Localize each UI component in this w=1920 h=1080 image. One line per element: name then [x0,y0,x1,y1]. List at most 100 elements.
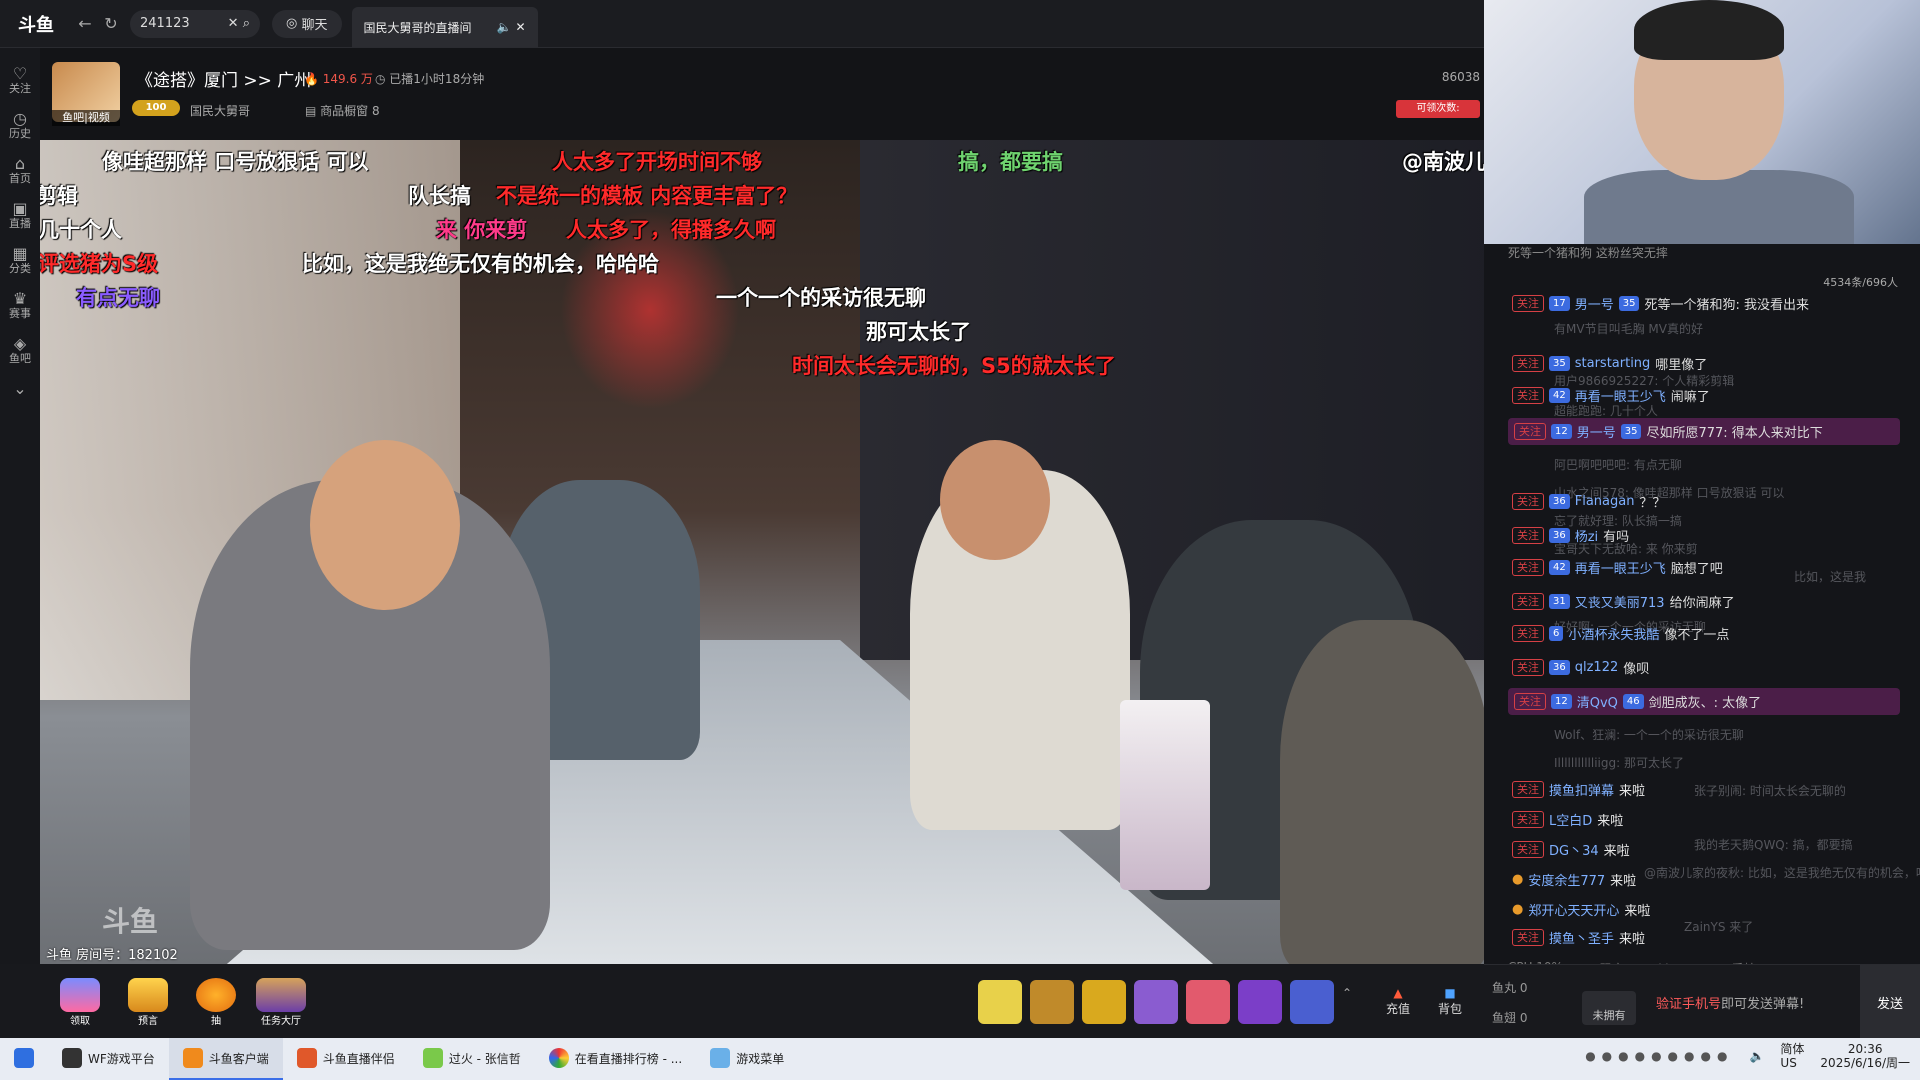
taskbar-app[interactable]: 过火 - 张信哲 [409,1038,535,1080]
follow-button[interactable]: 关注 [1512,659,1544,676]
predict-button[interactable]: 预言 [128,978,168,1027]
search-input[interactable]: 241123 [140,16,228,31]
goods-window[interactable]: ▤ 商品橱窗 8 [305,102,380,119]
chat-message[interactable]: 关注 31 又丧又美丽713 给你闹麻了 [1512,592,1902,611]
charge-button[interactable]: ▲ 充值 [1386,986,1410,1017]
follow-button[interactable]: 关注 [1512,841,1544,858]
follow-button[interactable]: 关注 [1512,929,1544,946]
chat-user[interactable]: starstarting [1575,356,1651,371]
search-box[interactable]: 241123 ✕ ⌕ [130,9,260,38]
follow-button[interactable]: 关注 [1512,355,1544,372]
follow-button[interactable]: 关注 [1514,693,1546,710]
chat-message[interactable]: 关注 36 qlz122 像呗 [1512,658,1902,677]
refresh-icon[interactable]: ↻ [98,11,124,37]
follow-button[interactable]: 关注 [1512,387,1544,404]
taskbar-app[interactable]: 斗鱼客户端 [168,1038,283,1080]
gift-icon[interactable] [978,980,1022,1024]
gift-icon[interactable] [1238,980,1282,1024]
follow-button[interactable]: 关注 [1512,625,1544,642]
taskbar-app[interactable]: 斗鱼直播伴侣 [283,1038,409,1080]
mute-icon[interactable]: 🔈 [497,20,512,34]
chat-message[interactable]: 关注 42 再看一眼王少飞 脑想了吧 [1512,558,1902,577]
chat-user[interactable]: 再看一眼王少飞 [1575,558,1666,577]
start-button[interactable] [0,1038,48,1080]
lottery-button[interactable]: 抽 [196,978,236,1027]
chat-message[interactable]: 关注 6 小酒杯永失我酷 像不了一点 [1512,624,1902,643]
follow-button[interactable]: 关注 [1512,527,1544,544]
rail-events[interactable]: ♛ 赛事 [0,291,40,320]
rail-live[interactable]: ▣ 直播 [0,201,40,230]
chat-message[interactable]: 关注 17 男一号 35 死等一个猪和狗: 我没看出来 [1512,294,1902,313]
free-claim-button[interactable]: 可领次数: [1396,100,1480,118]
claim-button[interactable]: 领取 [60,978,100,1027]
chat-user[interactable]: 男一号 [1575,294,1614,313]
chevron-up-icon[interactable]: ⌃ [1342,986,1352,1000]
follow-button[interactable]: 关注 [1512,295,1544,312]
chat-message-highlight[interactable]: 关注 12 男一号 35 尽如所愿777: 得本人来对比下 [1508,418,1900,445]
chat-user[interactable]: DG丶34 [1549,840,1599,859]
video-player[interactable]: 像哇超那样 口号放狠话 可以 人太多了开场时间不够 搞，都要搞 @南波儿 剪辑 … [40,140,1484,964]
follow-button[interactable]: 关注 [1512,781,1544,798]
chat-user[interactable]: 郑开心天天开心 [1528,900,1619,919]
chat-user[interactable]: 再看一眼王少飞 [1575,386,1666,405]
chat-user[interactable]: 安度余生777 [1528,870,1605,889]
chat-message[interactable]: 关注 35 starstarting 哪里像了 [1512,354,1902,373]
tab-room[interactable]: 国民大舅哥的直播间 🔈 ✕ [351,7,538,47]
gift-icon[interactable] [1186,980,1230,1024]
chat-message[interactable]: 关注 42 再看一眼王少飞 闹嘛了 [1512,386,1902,405]
gift-icon[interactable] [1134,980,1178,1024]
rail-follow[interactable]: ♡ 关注 [0,66,40,95]
taskbar-app[interactable]: 游戏菜单 [696,1038,798,1080]
close-tab-icon[interactable]: ✕ [515,20,525,34]
live-duration-text: 已播1小时18分钟 [389,72,485,86]
chat-user[interactable]: 清QvQ [1577,692,1618,711]
chrome-icon [548,1048,569,1068]
task-hall-button[interactable]: 任务大厅 [256,978,306,1027]
level-badge: 35 [1549,356,1570,371]
rail-fishbar[interactable]: ◈ 鱼吧 [0,336,40,365]
ime-indicator[interactable]: 简体 US [1780,1042,1804,1070]
follow-button[interactable]: 关注 [1512,811,1544,828]
rail-history[interactable]: ◷ 历史 [0,111,40,140]
chat-user[interactable]: 男一号 [1577,422,1616,441]
chat-message[interactable]: 关注 36 Flanagan ？？ [1512,492,1902,511]
chat-user[interactable]: 又丧又美丽713 [1575,592,1665,611]
chat-user[interactable]: qlz122 [1575,660,1619,675]
clear-icon[interactable]: ✕ [228,16,239,31]
rail-category[interactable]: ▦ 分类 [0,246,40,275]
follow-button[interactable]: 关注 [1512,493,1544,510]
anchor-name[interactable]: 国民大舅哥 [190,102,250,119]
chat-message-highlight[interactable]: 关注 12 清QvQ 46 剑胆成灰、: 太像了 [1508,688,1900,715]
gift-icon[interactable] [1030,980,1074,1024]
chat-panel[interactable]: 死等一个猪和狗 这粉丝突无摔 4534条/696人 有MV节目叫毛胸 MV真的好… [1484,244,1920,1034]
chat-user[interactable]: Flanagan [1575,494,1635,509]
follow-button[interactable]: 关注 [1512,559,1544,576]
send-button[interactable]: 发送 [1860,965,1920,1039]
back-icon[interactable]: ← [72,11,98,37]
verify-prompt[interactable]: 验证手机号即可发送弹幕! [1656,993,1804,1012]
douyu-logo[interactable]: 斗鱼 [0,0,72,48]
follow-button[interactable]: 关注 [1514,423,1546,440]
chat-message[interactable]: 关注 36 杨zi 有吗 [1512,526,1902,545]
avatar-label[interactable]: 鱼吧|视频 [52,110,120,126]
chat-user[interactable]: 摸鱼丶圣手 [1549,928,1614,947]
taskbar-app[interactable]: 在看直播排行榜 - ... [535,1038,696,1080]
taskbar-app[interactable]: WF游戏平台 [48,1038,169,1080]
gift-icon[interactable] [1290,980,1334,1024]
follow-button[interactable]: 关注 [1512,593,1544,610]
chat-user[interactable]: 杨zi [1575,526,1598,545]
verify-link[interactable]: 验证手机号 [1656,997,1721,1012]
clock[interactable]: 20:36 2025/6/16/周一 [1820,1042,1910,1070]
rail-home[interactable]: ⌂ 首页 [0,156,40,185]
no-badge[interactable]: 未拥有 [1582,991,1636,1025]
tray-icons[interactable]: ●●●●●●●●● [1585,1049,1733,1063]
search-icon[interactable]: ⌕ [243,16,250,31]
gift-icon[interactable] [1082,980,1126,1024]
chat-user[interactable]: 摸鱼扣弹幕 [1549,780,1614,799]
speaker-icon[interactable]: 🔈 [1749,1049,1764,1063]
chat-button[interactable]: ◎ 聊天 [272,9,342,38]
chat-user[interactable]: L空白D [1549,810,1592,829]
chat-user[interactable]: 小酒杯永失我酷 [1568,624,1659,643]
rail-more[interactable]: ⌄ [0,381,40,398]
bag-button[interactable]: ■ 背包 [1438,986,1462,1017]
